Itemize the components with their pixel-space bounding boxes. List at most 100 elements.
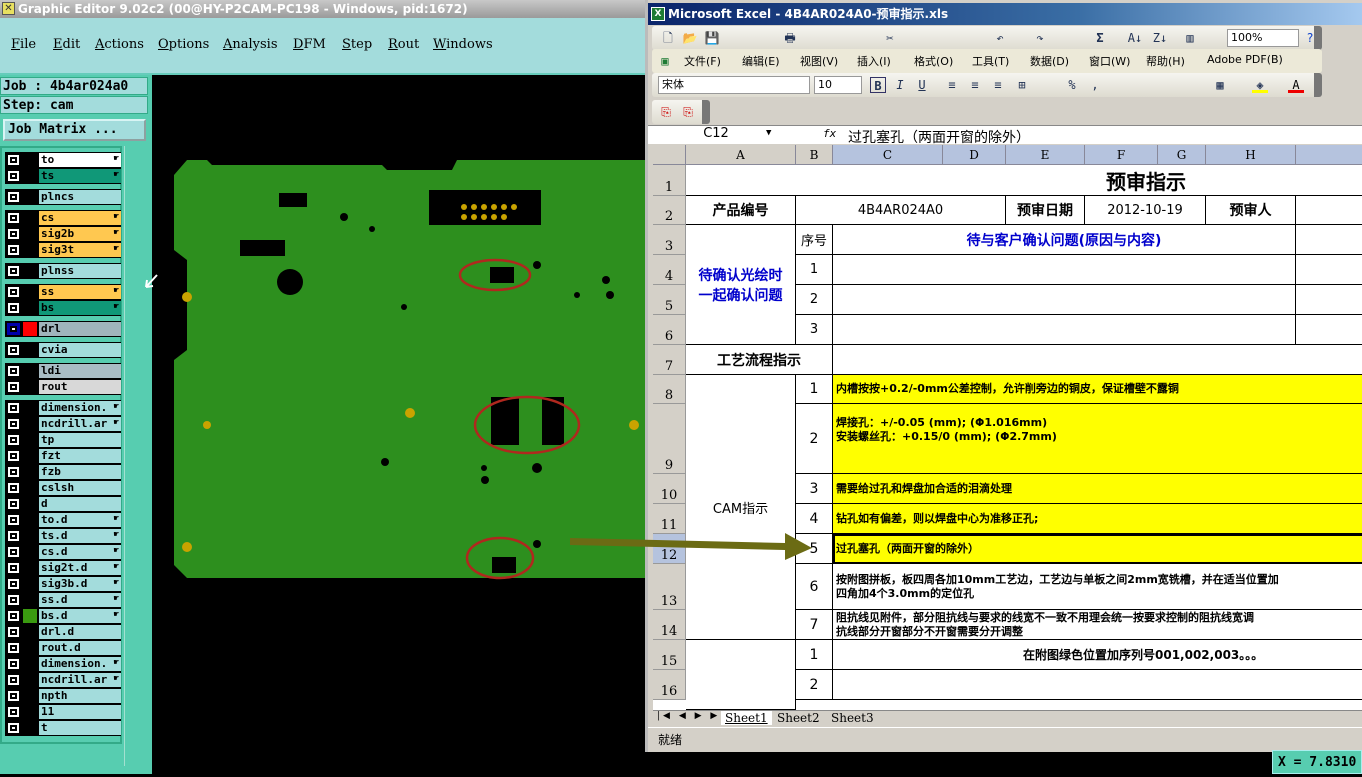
layer-checkbox[interactable]	[7, 642, 20, 654]
cell-cam-item[interactable]: 钻孔如有偏差，则以焊盘中心为准移正孔;	[833, 504, 1362, 534]
cell-confirm-item[interactable]	[833, 255, 1296, 285]
sheet-tab-2[interactable]: Sheet2	[773, 711, 824, 725]
menu-view[interactable]: 视图(V)	[800, 53, 838, 69]
layer-name[interactable]: npth	[39, 689, 121, 703]
layer-name[interactable]: bs ☛	[39, 301, 121, 315]
comma-icon[interactable]: ,	[1087, 77, 1103, 93]
layer-row[interactable]: ts.d ☛	[5, 528, 121, 544]
layer-checkbox[interactable]	[7, 244, 20, 256]
cell-title[interactable]: 预审指示	[686, 165, 1362, 196]
pdf-comment-icon[interactable]: ⎘	[680, 104, 696, 120]
cell-product-no-label[interactable]: 产品编号	[686, 196, 796, 225]
layer-color-swatch[interactable]	[23, 433, 37, 447]
layer-checkbox[interactable]	[7, 466, 20, 478]
layer-checkbox[interactable]	[7, 302, 20, 314]
layer-row[interactable]: cs.d ☛	[5, 544, 121, 560]
merge-center-icon[interactable]: ⊞	[1014, 77, 1030, 93]
layer-color-swatch[interactable]	[23, 625, 37, 639]
layer-row[interactable]: sig3t ☛	[5, 242, 121, 258]
layer-row[interactable]: bs.d ☛	[5, 608, 121, 624]
cell-review-date-label[interactable]: 预审日期	[1006, 196, 1085, 225]
layer-row[interactable]: cvia	[5, 342, 121, 358]
align-center-icon[interactable]: ≡	[967, 77, 983, 93]
row-header[interactable]: 9	[653, 404, 686, 474]
layer-checkbox[interactable]	[7, 154, 20, 166]
layer-row[interactable]: ncdrill.ar ☛	[5, 672, 121, 688]
cell-product-no[interactable]: 4B4AR024A0	[796, 196, 1006, 225]
undo-icon[interactable]: ↶	[992, 30, 1008, 46]
layer-color-swatch[interactable]	[23, 364, 37, 378]
row-header[interactable]: 13	[653, 564, 686, 610]
layer-row[interactable]: ss ☛	[5, 284, 121, 300]
layer-checkbox[interactable]	[7, 323, 20, 335]
layer-checkbox[interactable]	[7, 450, 20, 462]
layer-name[interactable]: ts.d ☛	[39, 529, 121, 543]
cell-confirm-label[interactable]: 待确认光绘时一起确认问题	[686, 225, 796, 345]
layer-name[interactable]: drl	[39, 322, 121, 336]
layer-row[interactable]: ldi	[5, 363, 121, 379]
name-box[interactable]: C12	[653, 126, 776, 144]
layer-color-swatch[interactable]	[23, 169, 37, 183]
fill-color-icon[interactable]: ◈	[1252, 77, 1268, 93]
menu-actions[interactable]: Actions	[95, 37, 144, 52]
row-header[interactable]: 11	[653, 504, 686, 534]
layer-row[interactable]: sig2b ☛	[5, 226, 121, 242]
layer-name[interactable]: plnss	[39, 264, 121, 278]
row-header[interactable]: 4	[653, 255, 686, 285]
cell-reviewer-label[interactable]: 预审人	[1206, 196, 1296, 225]
bold-icon[interactable]: B	[870, 77, 886, 93]
layer-color-swatch[interactable]	[23, 673, 37, 687]
cell-cam-seq[interactable]: 5	[796, 534, 833, 564]
row-header[interactable]: 15	[653, 640, 686, 670]
layer-name[interactable]: tp	[39, 433, 121, 447]
layer-name[interactable]: to ☛	[39, 153, 121, 167]
menu-tools[interactable]: 工具(T)	[972, 53, 1009, 69]
layer-color-swatch[interactable]	[23, 264, 37, 278]
new-icon[interactable]: 🗋	[660, 30, 676, 46]
column-header-d[interactable]: D	[943, 145, 1006, 165]
layer-row[interactable]: rout	[5, 379, 121, 395]
layer-checkbox[interactable]	[7, 594, 20, 606]
cell-seq-label[interactable]: 序号	[796, 225, 833, 255]
underline-icon[interactable]: U	[914, 77, 930, 93]
layer-color-swatch[interactable]	[23, 465, 37, 479]
layer-checkbox[interactable]	[7, 562, 20, 574]
layer-checkbox[interactable]	[7, 658, 20, 670]
layer-color-swatch[interactable]	[23, 513, 37, 527]
layer-checkbox[interactable]	[7, 418, 20, 430]
layer-row[interactable]: ncdrill.ar ☛	[5, 416, 121, 432]
layer-row[interactable]: t	[5, 720, 121, 736]
layer-color-swatch[interactable]	[23, 190, 37, 204]
layer-row[interactable]: cslsh	[5, 480, 121, 496]
spreadsheet-grid[interactable]: A B C D E F G H 预审指示 产品编号 4B4AR024A0 预审日…	[653, 145, 1362, 710]
layer-row[interactable]: 11	[5, 704, 121, 720]
borders-icon[interactable]: ▦	[1212, 77, 1228, 93]
layer-row[interactable]: fzt	[5, 448, 121, 464]
cell-reviewer[interactable]	[1296, 196, 1362, 225]
layer-checkbox[interactable]	[7, 365, 20, 377]
layer-color-swatch[interactable]	[23, 243, 37, 257]
menu-edit[interactable]: 编辑(E)	[742, 53, 780, 69]
menu-help[interactable]: 帮助(H)	[1146, 53, 1185, 69]
graphics-canvas[interactable]	[152, 75, 645, 774]
layer-checkbox[interactable]	[7, 578, 20, 590]
font-color-icon[interactable]: A	[1288, 77, 1304, 93]
layer-color-swatch[interactable]	[23, 593, 37, 607]
cell-b15[interactable]: 1	[796, 640, 833, 670]
cell-confirm-extra[interactable]	[1296, 285, 1362, 315]
layer-name[interactable]: sig2t.d ☛	[39, 561, 121, 575]
layer-color-swatch[interactable]	[23, 343, 37, 357]
cell-cam-seq[interactable]: 2	[796, 404, 833, 474]
cell-cam-label[interactable]: CAM指示	[686, 375, 796, 640]
fx-icon[interactable]: fx	[823, 127, 836, 140]
zoom-select[interactable]: 100%	[1227, 29, 1299, 47]
sheet-tab-3[interactable]: Sheet3	[827, 711, 878, 725]
align-right-icon[interactable]: ≡	[990, 77, 1006, 93]
layer-color-swatch[interactable]	[23, 481, 37, 495]
row-header[interactable]: 16	[653, 670, 686, 700]
layer-row[interactable]: sig3b.d ☛	[5, 576, 121, 592]
layer-row[interactable]: tp	[5, 432, 121, 448]
layer-color-swatch[interactable]	[23, 285, 37, 299]
menu-window[interactable]: 窗口(W)	[1089, 53, 1130, 69]
sort-asc-icon[interactable]: A↓	[1127, 30, 1143, 46]
